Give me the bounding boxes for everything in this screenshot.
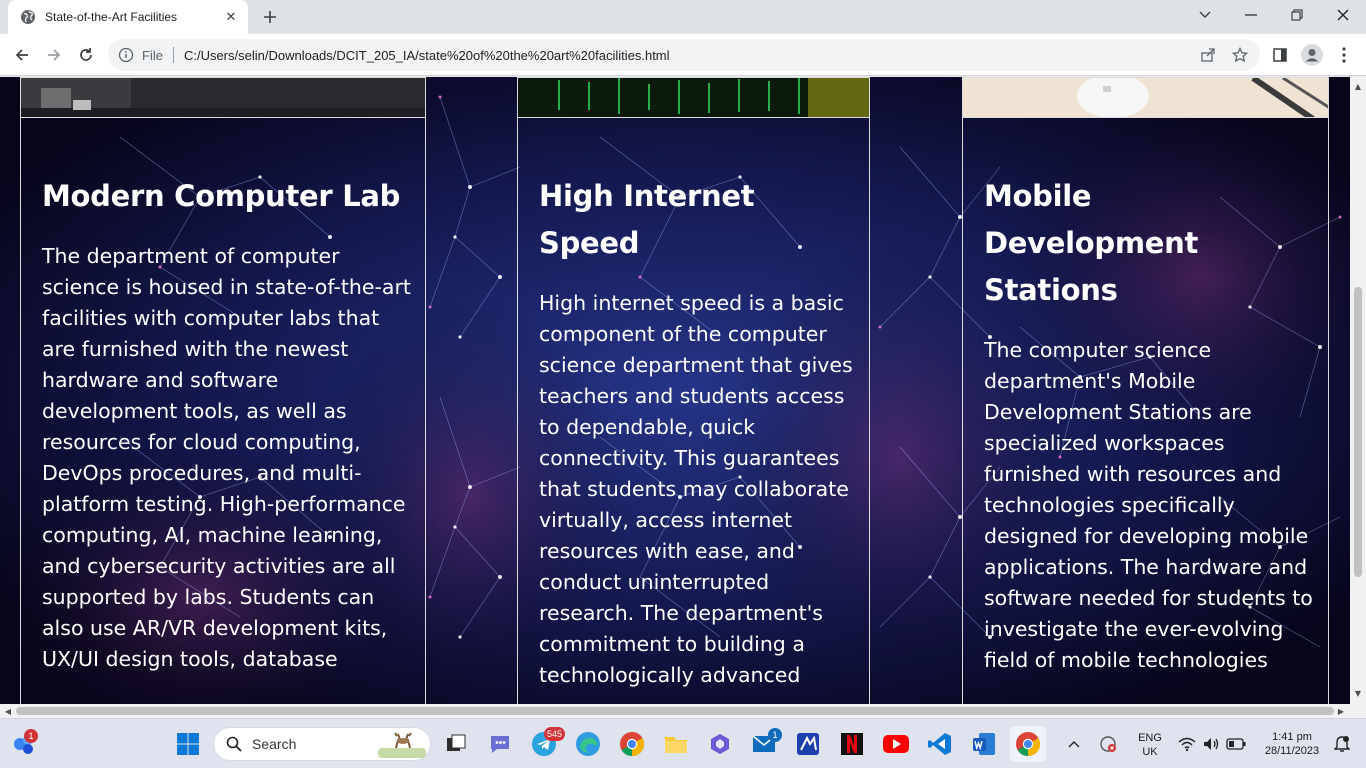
vscode-icon[interactable] [922, 726, 958, 762]
card-body: High internet speed is a basic component… [539, 291, 853, 687]
horizontal-scrollbar[interactable]: ◀ ▶ [0, 704, 1350, 718]
task-view-icon[interactable] [438, 726, 474, 762]
browser-toolbar: File C:/Users/selin/Downloads/DCIT_205_I… [0, 34, 1366, 76]
new-tab-button[interactable] [258, 5, 282, 29]
restore-icon[interactable] [1274, 0, 1320, 30]
volume-icon[interactable] [1200, 726, 1222, 762]
netflix-icon[interactable] [834, 726, 870, 762]
scroll-down-arrow-icon[interactable]: ▼ [1351, 686, 1365, 700]
scroll-right-arrow-icon[interactable]: ▶ [1334, 704, 1348, 718]
close-window-icon[interactable] [1320, 0, 1366, 30]
search-label: Search [252, 736, 297, 752]
share-icon[interactable] [1192, 39, 1224, 71]
scroll-up-arrow-icon[interactable]: ▲ [1351, 79, 1365, 93]
vertical-scrollbar[interactable]: ▲ ▼ [1350, 77, 1366, 704]
file-explorer-icon[interactable] [658, 726, 694, 762]
globe-icon [20, 9, 36, 25]
tab-search-icon[interactable] [1182, 0, 1228, 30]
card-body: The computer science department's Mobile… [984, 338, 1313, 672]
widgets-icon[interactable]: 1 [6, 726, 42, 762]
info-icon[interactable] [118, 47, 134, 63]
minimize-icon[interactable] [1228, 0, 1274, 30]
tab-title: State-of-the-Art Facilities [45, 10, 178, 24]
clock-date: 28/11/2023 [1264, 745, 1320, 757]
windows-taskbar: 1 Search 545 1 ENG UK 1:41 pm 28/11/2023 [0, 718, 1366, 768]
forward-arrow-icon[interactable] [40, 41, 68, 69]
reload-icon[interactable] [72, 41, 100, 69]
edge-browser-icon[interactable] [570, 726, 606, 762]
mail-icon[interactable]: 1 [746, 726, 782, 762]
url-separator [172, 47, 174, 63]
mobile-desk-image [962, 77, 1329, 118]
chrome-icon[interactable] [614, 726, 650, 762]
widgets-badge: 1 [24, 729, 38, 743]
security-tray-icon[interactable] [1094, 726, 1122, 762]
youtube-icon[interactable] [878, 726, 914, 762]
tab-strip: State-of-the-Art Facilities ✕ [0, 0, 1366, 34]
card-mobile-development-stations: Mobile Development Stations The computer… [962, 117, 1329, 704]
card-title: Mobile Development Stations [984, 179, 1199, 307]
word-icon[interactable] [966, 726, 1002, 762]
search-highlight-deer-icon [378, 730, 426, 758]
address-bar[interactable]: File C:/Users/selin/Downloads/DCIT_205_I… [108, 39, 1260, 71]
battery-icon[interactable] [1224, 726, 1248, 762]
menu-kebab-icon[interactable] [1330, 41, 1358, 69]
card-modern-computer-lab: Modern Computer Lab The department of co… [20, 117, 426, 704]
search-icon [226, 736, 242, 752]
notification-bell-icon[interactable] [1330, 726, 1354, 762]
card-high-internet-speed: High Internet Speed High internet speed … [517, 117, 870, 704]
language-indicator[interactable]: ENG UK [1130, 731, 1170, 759]
telegram-badge: 545 [544, 727, 566, 741]
tray-overflow-chevron-icon[interactable] [1062, 726, 1086, 762]
card-body: The department of computer science is ho… [42, 244, 411, 671]
language-code: ENG [1138, 732, 1162, 744]
card-title: High Internet Speed [539, 179, 755, 260]
chrome-active-icon[interactable] [1010, 726, 1046, 762]
clock-time: 1:41 pm [1272, 731, 1312, 743]
page-viewport: Modern Computer Lab The department of co… [0, 77, 1366, 704]
url-scheme-label: File [142, 47, 163, 63]
start-windows-icon[interactable] [170, 726, 206, 762]
teams-chat-icon[interactable] [482, 726, 518, 762]
computer-lab-image [20, 77, 426, 118]
mail-badge: 1 [768, 728, 782, 742]
clock[interactable]: 1:41 pm 28/11/2023 [1252, 730, 1332, 758]
taskbar-search-box[interactable]: Search [213, 727, 431, 761]
wifi-icon[interactable] [1176, 726, 1198, 762]
copilot-icon[interactable] [702, 726, 738, 762]
vertical-scroll-thumb[interactable] [1354, 287, 1362, 577]
bookmark-star-icon[interactable] [1224, 39, 1256, 71]
scrollbar-corner [1350, 704, 1366, 718]
side-panel-icon[interactable] [1266, 41, 1294, 69]
horizontal-scroll-thumb[interactable] [16, 707, 1334, 715]
telegram-icon[interactable]: 545 [526, 726, 566, 762]
photo-editor-icon[interactable] [790, 726, 826, 762]
browser-tab[interactable]: State-of-the-Art Facilities ✕ [8, 0, 248, 34]
scroll-left-arrow-icon[interactable]: ◀ [1, 704, 15, 718]
region-code: UK [1142, 746, 1158, 758]
url-text[interactable]: C:/Users/selin/Downloads/DCIT_205_IA/sta… [184, 48, 670, 63]
back-arrow-icon[interactable] [8, 41, 36, 69]
close-tab-icon[interactable]: ✕ [222, 8, 240, 26]
profile-avatar-icon[interactable] [1298, 41, 1326, 69]
card-title: Modern Computer Lab [42, 179, 401, 213]
server-rack-image [517, 77, 870, 118]
